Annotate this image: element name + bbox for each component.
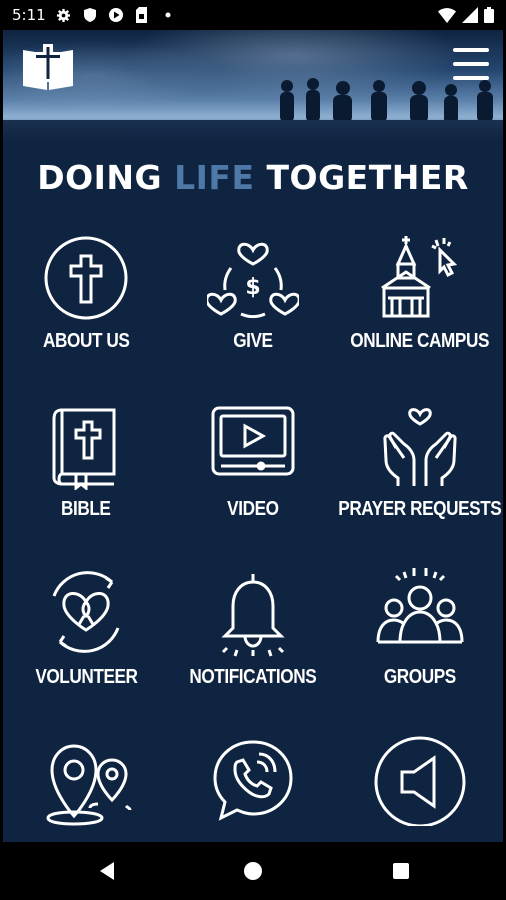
cross-circle-icon xyxy=(44,236,128,320)
tile-notifications[interactable]: NOTIFICATIONS xyxy=(170,566,336,734)
tagline-part2: TOGETHER xyxy=(254,158,469,197)
play-icon xyxy=(108,7,124,23)
tile-label: VOLUNTEER xyxy=(34,666,138,688)
tile-volunteer[interactable]: VOLUNTEER xyxy=(3,566,169,734)
megaphone-circle-icon xyxy=(374,736,466,826)
tile-prayer-requests[interactable]: PRAYER REQUESTS xyxy=(337,398,503,566)
phone-chat-icon xyxy=(213,740,293,821)
give-hearts-icon: $ xyxy=(207,242,299,319)
svg-text:$: $ xyxy=(245,275,260,300)
app-screen: DOING LIFE TOGETHER ABOUT US $ GIVE ONLI… xyxy=(3,30,503,842)
battery-icon xyxy=(484,7,494,28)
tile-label: GROUPS xyxy=(384,666,456,688)
location-pins-icon xyxy=(46,744,132,826)
bible-cross-logo-icon[interactable] xyxy=(21,44,75,92)
tile-label: NOTIFICATIONS xyxy=(189,666,317,688)
tile-groups[interactable]: GROUPS xyxy=(337,566,503,734)
system-nav-bar xyxy=(0,842,506,900)
tile-online-campus[interactable]: ONLINE CAMPUS xyxy=(337,230,503,398)
group-people-icon xyxy=(376,568,464,644)
tile-announcements[interactable] xyxy=(337,734,503,842)
tile-about-us[interactable]: ABOUT US xyxy=(3,230,169,398)
tile-label: GIVE xyxy=(233,330,273,352)
tile-bible[interactable]: BIBLE xyxy=(3,398,169,566)
signal-icon xyxy=(462,7,478,28)
gear-icon xyxy=(56,7,72,23)
tile-label: ABOUT US xyxy=(42,330,130,352)
tagline: DOING LIFE TOGETHER xyxy=(3,158,503,197)
status-time: 5:11 xyxy=(12,6,46,24)
dot-icon xyxy=(160,7,176,23)
hamburger-menu-icon[interactable] xyxy=(453,48,489,80)
hero-banner xyxy=(3,30,503,142)
wifi-icon xyxy=(438,7,456,28)
bell-icon xyxy=(221,574,285,657)
shield-icon xyxy=(82,7,98,23)
back-triangle-icon[interactable] xyxy=(96,860,118,882)
home-circle-icon[interactable] xyxy=(242,860,264,882)
tile-contact[interactable] xyxy=(170,734,336,842)
tile-video[interactable]: VIDEO xyxy=(170,398,336,566)
tagline-part1: DOING xyxy=(37,158,175,197)
tile-label: BIBLE xyxy=(61,498,111,520)
tile-give[interactable]: $ GIVE xyxy=(170,230,336,398)
tile-locations[interactable] xyxy=(3,734,169,842)
tagline-accent: LIFE xyxy=(174,158,255,197)
heart-ribbon-icon xyxy=(52,571,120,653)
tile-label: ONLINE CAMPUS xyxy=(350,330,490,352)
praying-hands-icon xyxy=(383,408,457,486)
church-cursor-icon xyxy=(381,236,458,318)
sim-icon xyxy=(134,7,150,23)
video-player-icon xyxy=(211,406,295,476)
recents-square-icon[interactable] xyxy=(390,860,412,882)
tile-label: VIDEO xyxy=(227,498,279,520)
bible-icon xyxy=(52,408,116,490)
tile-label: PRAYER REQUESTS xyxy=(338,498,502,520)
status-bar: 5:11 xyxy=(0,0,506,30)
